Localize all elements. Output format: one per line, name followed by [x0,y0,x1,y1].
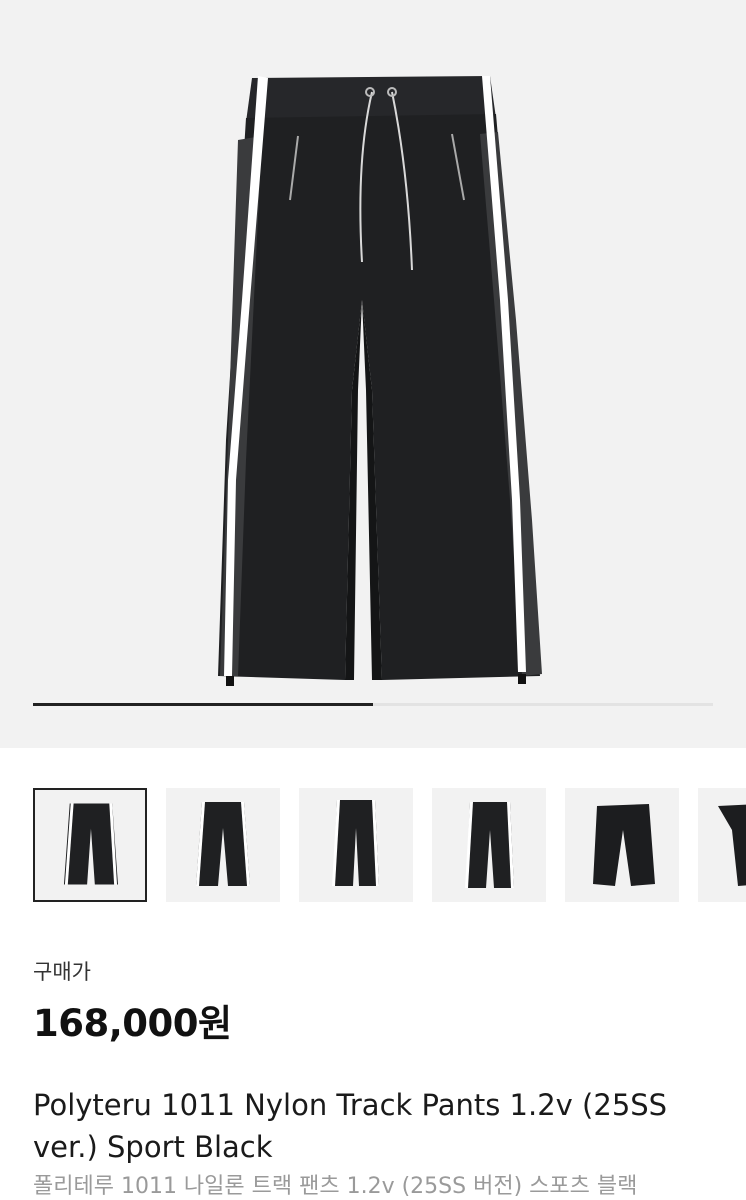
product-title: Polyteru 1011 Nylon Track Pants 1.2v (25… [33,1088,668,1164]
price-value: 168,000원 [33,1002,232,1045]
price-label: 구매가 [33,960,91,984]
thumbnail-strip[interactable] [0,788,746,906]
gallery-progress-bar [33,703,713,706]
thumbnail-4[interactable] [432,788,546,902]
main-product-image [218,76,542,686]
gallery-progress-fill [33,703,373,706]
product-image-gallery[interactable] [0,0,746,748]
thumbnail-1[interactable] [33,788,147,902]
thumbnail-2[interactable] [166,788,280,902]
product-subtitle: 폴리테루 1011 나일론 트랙 팬츠 1.2v (25SS 버전) 스포츠 블… [33,1174,638,1199]
thumbnail-3[interactable] [299,788,413,902]
thumbnail-5[interactable] [565,788,679,902]
thumbnail-6[interactable] [698,788,746,902]
